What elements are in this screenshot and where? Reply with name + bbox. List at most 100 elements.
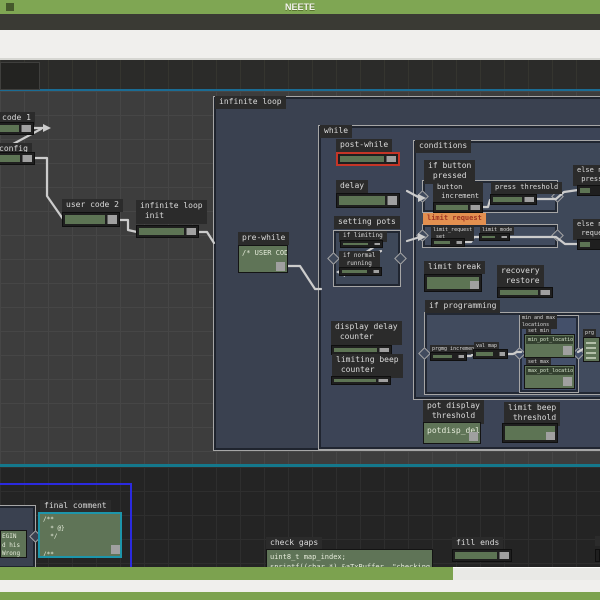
label-else-no-press[interactable]: else n press — [573, 165, 600, 187]
label-if-button-pressed[interactable]: if button pressed — [424, 160, 476, 184]
node-else-no-request[interactable] — [577, 239, 600, 250]
node-cap[interactable] — [501, 236, 507, 238]
canvas-divider-line — [0, 464, 600, 467]
node-cap[interactable] — [499, 552, 509, 559]
node-cap[interactable] — [524, 197, 534, 202]
node-cap[interactable] — [374, 243, 380, 245]
bottom-bar — [0, 592, 600, 600]
node-fill — [580, 188, 590, 193]
node-cap[interactable] — [458, 355, 464, 358]
node-press-threshold[interactable] — [490, 194, 537, 205]
upper-panel — [0, 30, 600, 60]
micro-code-line — [586, 352, 596, 354]
node-fill — [0, 155, 20, 162]
node-limit-beep-threshold[interactable] — [502, 423, 558, 443]
node-limit-mode[interactable] — [479, 233, 510, 241]
node-limit-break[interactable] — [424, 274, 482, 292]
node-cap[interactable] — [107, 215, 117, 224]
label-limit-request-highlighted[interactable]: limit request — [423, 213, 486, 226]
node-cap[interactable] — [563, 346, 572, 355]
active-tab[interactable] — [0, 62, 40, 90]
node-fill — [65, 215, 105, 224]
node-fill — [455, 552, 497, 559]
label-limiting-beep-counter[interactable]: limiting beep counter — [332, 354, 403, 378]
label-pot-display-threshold[interactable]: pot display threshold — [423, 400, 484, 424]
node-config[interactable] — [0, 152, 35, 165]
node-val-map[interactable] — [473, 349, 508, 359]
node-cap[interactable] — [456, 241, 462, 244]
codebox-clipped-right[interactable] — [583, 337, 600, 362]
node-cap[interactable] — [21, 125, 31, 132]
label-press-threshold[interactable]: press threshold — [491, 182, 563, 195]
label-button-increment[interactable]: button increment — [433, 182, 484, 204]
label-delay[interactable]: delay — [336, 180, 369, 194]
node-fill — [436, 205, 468, 210]
node-fill — [0, 125, 19, 132]
node-fill — [580, 242, 590, 247]
label-if-programming[interactable]: if programming — [425, 300, 501, 314]
node-cap[interactable] — [379, 348, 389, 352]
node-fill — [476, 352, 493, 356]
node-user-code-1[interactable] — [0, 122, 34, 135]
node-cap[interactable] — [276, 262, 285, 271]
codebox-set-max[interactable]: max_pot_location = — [524, 365, 575, 389]
label-limit-break[interactable]: limit break — [424, 261, 485, 275]
label-user-code-2[interactable]: user code 2 — [62, 199, 123, 213]
node-recovery-restore[interactable] — [497, 287, 553, 298]
node-cap[interactable] — [186, 228, 196, 235]
label-frame-infinite-loop[interactable]: infinite loop — [215, 96, 286, 110]
viewport-top-border — [0, 89, 600, 91]
label-clipped-bottom-right — [595, 536, 600, 546]
label-display-delay-counter[interactable]: display delay counter — [331, 321, 402, 345]
node-fill — [500, 290, 538, 295]
node-cap[interactable] — [387, 196, 397, 205]
node-fill — [340, 156, 384, 162]
node-fill — [434, 241, 450, 244]
codebox-final-comment-selected[interactable]: /** * @} */ /** * @} — [38, 512, 122, 558]
node-cap[interactable] — [378, 379, 388, 382]
node-post-while-breakpoint[interactable] — [336, 152, 400, 166]
node-cap[interactable] — [22, 155, 32, 162]
label-recovery-restore[interactable]: recovery restore — [497, 265, 544, 289]
node-cap[interactable] — [386, 156, 396, 162]
label-pre-while[interactable]: pre-while — [238, 232, 290, 246]
micro-code-line — [586, 347, 596, 349]
label-infinite-loop-init[interactable]: infinite loop init — [136, 200, 207, 224]
node-limit-request-set[interactable] — [431, 238, 465, 247]
node-fill — [433, 355, 452, 358]
label-post-while[interactable]: post-while — [336, 139, 393, 153]
node-user-code-2[interactable] — [62, 212, 120, 227]
node-cap[interactable] — [540, 290, 550, 295]
node-prgmg-increment[interactable] — [430, 352, 467, 361]
code-header: max_pot_location = — [526, 367, 573, 375]
codebox-set-min[interactable]: min_pot_location = — [524, 334, 575, 358]
label-setting-pots[interactable]: setting pots — [334, 216, 400, 230]
node-delay[interactable] — [336, 193, 400, 208]
micro-code-line — [586, 342, 596, 344]
node-button-increment[interactable] — [433, 202, 483, 213]
node-cap[interactable] — [469, 432, 478, 441]
label-frame-while[interactable]: while — [320, 125, 353, 139]
node-cap[interactable] — [563, 377, 572, 386]
node-cap[interactable] — [373, 270, 379, 273]
toolbar — [0, 14, 600, 30]
node-cap[interactable] — [499, 352, 505, 356]
node-limiting-beep-counter[interactable] — [331, 376, 391, 385]
node-clipped-bottom-right[interactable] — [595, 549, 600, 562]
label-else-no-request[interactable]: else n reque — [573, 219, 600, 241]
codebox-left-clipped[interactable]: EGIN d his Wrong ND_s — [0, 530, 27, 558]
node-cap[interactable] — [470, 281, 479, 289]
app-window: NEETE code 1 config user code 2 infinite… — [0, 0, 600, 600]
label-frame-conditions[interactable]: conditions — [415, 140, 472, 154]
node-if-limiting[interactable] — [340, 240, 383, 248]
node-else-no-press[interactable] — [577, 185, 600, 196]
node-if-normal-running[interactable] — [339, 267, 382, 276]
window-menu-icon[interactable] — [6, 3, 14, 11]
node-cap[interactable] — [546, 432, 555, 440]
node-cap[interactable] — [111, 545, 120, 554]
tab-strip — [0, 60, 600, 89]
node-infinite-loop-init[interactable] — [136, 225, 199, 238]
window-title: NEETE — [284, 2, 315, 12]
node-fill-ends[interactable] — [452, 549, 512, 562]
node-cap[interactable] — [470, 205, 480, 210]
